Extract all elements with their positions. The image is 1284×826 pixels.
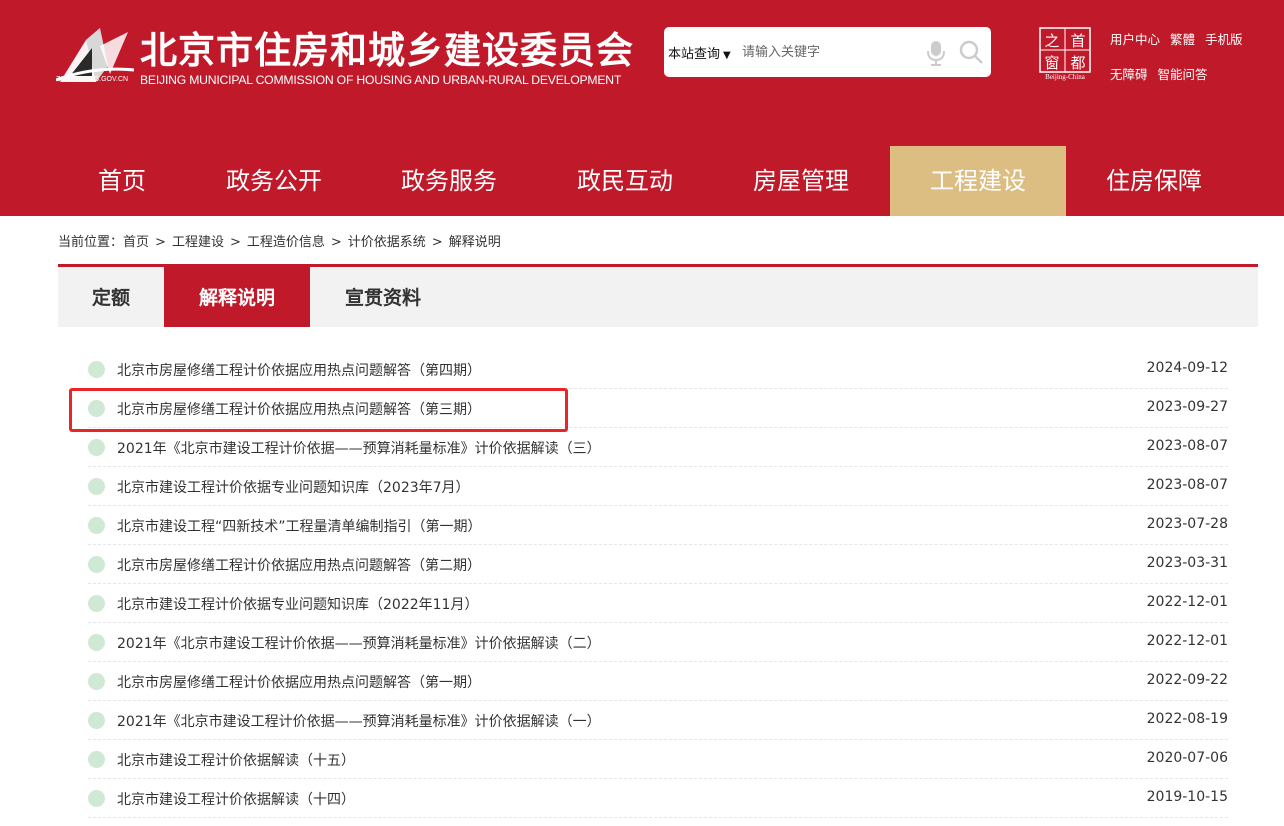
list-item-date: 2023-03-31	[1146, 555, 1228, 571]
breadcrumb-home[interactable]: 首页	[123, 235, 149, 250]
list-item-title[interactable]: 北京市房屋修缮工程计价依据应用热点问题解答（第一期）	[117, 672, 481, 692]
list-item-date: 2019-10-15	[1146, 789, 1228, 805]
list-item-title[interactable]: 北京市建设工程计价依据专业问题知识库（2022年11月）	[117, 594, 478, 614]
list-item[interactable]: 北京市建设工程“四新技术”工程量清单编制指引（第一期） 2023-07-28	[88, 506, 1228, 545]
search-scope-label: 本站查询	[668, 47, 721, 62]
list-item-title[interactable]: 北京市房屋修缮工程计价依据应用热点问题解答（第三期）	[117, 399, 481, 419]
list-item[interactable]: 2021年《北京市建设工程计价依据——预算消耗量标准》计价依据解读（三） 202…	[88, 428, 1228, 467]
list-item[interactable]: 北京市建设工程计价依据专业问题知识库（2023年7月） 2023-08-07	[88, 467, 1228, 506]
accessibility-link[interactable]: 无障碍	[1110, 67, 1148, 82]
list-item-date: 2022-12-01	[1146, 633, 1228, 649]
nav-home[interactable]: 首页	[34, 146, 210, 216]
search-input[interactable]	[742, 39, 902, 65]
breadcrumb-separator: >	[431, 235, 443, 250]
tab-promotion-materials[interactable]: 宣贯资料	[310, 264, 456, 327]
capital-logo-caption: Beijing-China	[1045, 73, 1085, 81]
bullet-dot-icon	[88, 673, 105, 690]
list-item-title[interactable]: 北京市建设工程“四新技术”工程量清单编制指引（第一期）	[117, 516, 482, 536]
list-item[interactable]: 2021年《北京市建设工程计价依据——预算消耗量标准》计价依据解读（一） 202…	[88, 701, 1228, 740]
list-item[interactable]: 北京市建设工程计价依据解读（十五） 2020-07-06	[88, 740, 1228, 779]
site-title[interactable]: 北京市住房和城乡建设委员会	[140, 20, 634, 74]
user-center-link[interactable]: 用户中心	[1110, 32, 1160, 47]
list-item-title[interactable]: 北京市建设工程计价依据解读（十四）	[117, 789, 355, 809]
capital-logo-char-2: 首	[1070, 32, 1085, 50]
breadcrumb-separator: >	[330, 235, 342, 250]
list-item-date: 2020-07-06	[1146, 750, 1228, 766]
site-header: ZJW.BEIJING.GOV.CN 北京市住房和城乡建设委员会 BEIJING…	[0, 0, 1284, 146]
nav-engineering-construction[interactable]: 工程建设	[890, 146, 1066, 216]
breadcrumb-cost-info[interactable]: 工程造价信息	[247, 235, 325, 250]
list-item[interactable]: 2021年《北京市建设工程计价依据——预算消耗量标准》计价依据解读（二） 202…	[88, 623, 1228, 662]
main-nav: 首页 政务公开 政务服务 政民互动 房屋管理 工程建设 住房保障	[0, 146, 1284, 216]
page-root: ZJW.BEIJING.GOV.CN 北京市住房和城乡建设委员会 BEIJING…	[0, 0, 1284, 826]
list-item-date: 2023-07-28	[1146, 516, 1228, 532]
list-item-date: 2023-09-27	[1146, 399, 1228, 415]
breadcrumb-separator: >	[155, 235, 166, 250]
list-item-title[interactable]: 北京市建设工程计价依据解读（十五）	[117, 750, 355, 770]
capital-logo-char-1: 之	[1044, 32, 1059, 50]
list-item[interactable]: 北京市建设工程计价依据解读（十四） 2019-10-15	[88, 779, 1228, 818]
breadcrumb-separator: >	[229, 235, 241, 250]
nav-housing-security[interactable]: 住房保障	[1066, 146, 1242, 216]
nav-public-interaction[interactable]: 政民互动	[537, 146, 713, 216]
tab-quota[interactable]: 定额	[58, 264, 164, 327]
bullet-dot-icon	[88, 517, 105, 534]
list-item-title[interactable]: 2021年《北京市建设工程计价依据——预算消耗量标准》计价依据解读（二）	[117, 633, 601, 653]
list-item-title[interactable]: 北京市房屋修缮工程计价依据应用热点问题解答（第四期）	[117, 360, 481, 380]
nav-government-affairs-open[interactable]: 政务公开	[186, 146, 362, 216]
tab-explanations[interactable]: 解释说明	[164, 264, 310, 327]
capital-logo-char-3: 窗	[1044, 54, 1059, 72]
content-tabs: 定额 解释说明 宣贯资料	[58, 264, 1258, 327]
breadcrumb: 当前位置：首页 > 工程建设 > 工程造价信息 > 计价依据系统 > 解释说明	[58, 231, 501, 250]
list-item-date: 2023-08-07	[1146, 438, 1228, 454]
top-links-row-1: 用户中心 繁體 手机版	[1110, 29, 1253, 48]
list-item-title[interactable]: 北京市房屋修缮工程计价依据应用热点问题解答（第二期）	[117, 555, 481, 575]
bullet-dot-icon	[88, 439, 105, 456]
list-item-date: 2024-09-12	[1146, 360, 1228, 376]
list-item[interactable]: 北京市房屋修缮工程计价依据应用热点问题解答（第一期） 2022-09-22	[88, 662, 1228, 701]
breadcrumb-prefix: 当前位置：	[58, 235, 124, 250]
list-item-title[interactable]: 2021年《北京市建设工程计价依据——预算消耗量标准》计价依据解读（三）	[117, 438, 601, 458]
bullet-dot-icon	[88, 556, 105, 573]
breadcrumb-engineering-construction[interactable]: 工程建设	[172, 235, 224, 250]
search-icon[interactable]	[958, 39, 984, 65]
bullet-dot-icon	[88, 400, 105, 417]
capital-logo-char-4: 都	[1070, 54, 1085, 72]
bullet-dot-icon	[88, 361, 105, 378]
bullet-dot-icon	[88, 790, 105, 807]
nav-housing-management[interactable]: 房屋管理	[713, 146, 889, 216]
chevron-down-icon: ▼	[723, 50, 731, 61]
list-item-date: 2022-09-22	[1146, 672, 1228, 688]
mobile-version-link[interactable]: 手机版	[1205, 32, 1243, 47]
breadcrumb-explanations[interactable]: 解释说明	[449, 235, 501, 250]
list-item[interactable]: 北京市房屋修缮工程计价依据应用热点问题解答（第二期） 2023-03-31	[88, 545, 1228, 584]
smart-qa-link[interactable]: 智能问答	[1158, 67, 1208, 82]
list-item-date: 2022-08-19	[1146, 711, 1228, 727]
search-scope-select[interactable]: 本站查询 ▼	[668, 43, 731, 62]
list-item-title[interactable]: 2021年《北京市建设工程计价依据——预算消耗量标准》计价依据解读（一）	[117, 711, 601, 731]
bullet-dot-icon	[88, 712, 105, 729]
logo-url-text: ZJW.BEIJING.GOV.CN	[56, 76, 129, 83]
traditional-chinese-link[interactable]: 繁體	[1170, 32, 1195, 47]
search-box: 本站查询 ▼	[664, 27, 991, 77]
breadcrumb-pricing-system[interactable]: 计价依据系统	[348, 235, 426, 250]
site-subtitle: BEIJING MUNICIPAL COMMISSION OF HOUSING …	[140, 73, 622, 87]
bullet-dot-icon	[88, 595, 105, 612]
list-item-date: 2023-08-07	[1146, 477, 1228, 493]
bullet-dot-icon	[88, 634, 105, 651]
list-item[interactable]: 北京市房屋修缮工程计价依据应用热点问题解答（第三期） 2023-09-27	[88, 389, 1228, 428]
top-links-row-2: 无障碍 智能问答	[1110, 64, 1218, 83]
list-item-date: 2022-12-01	[1146, 594, 1228, 610]
bullet-dot-icon	[88, 751, 105, 768]
microphone-icon[interactable]	[926, 40, 946, 66]
list-item-title[interactable]: 北京市建设工程计价依据专业问题知识库（2023年7月）	[117, 477, 470, 497]
nav-government-services[interactable]: 政务服务	[361, 146, 537, 216]
bullet-dot-icon	[88, 478, 105, 495]
list-item[interactable]: 北京市房屋修缮工程计价依据应用热点问题解答（第四期） 2024-09-12	[88, 350, 1228, 389]
list-item[interactable]: 北京市建设工程计价依据专业问题知识库（2022年11月） 2022-12-01	[88, 584, 1228, 623]
